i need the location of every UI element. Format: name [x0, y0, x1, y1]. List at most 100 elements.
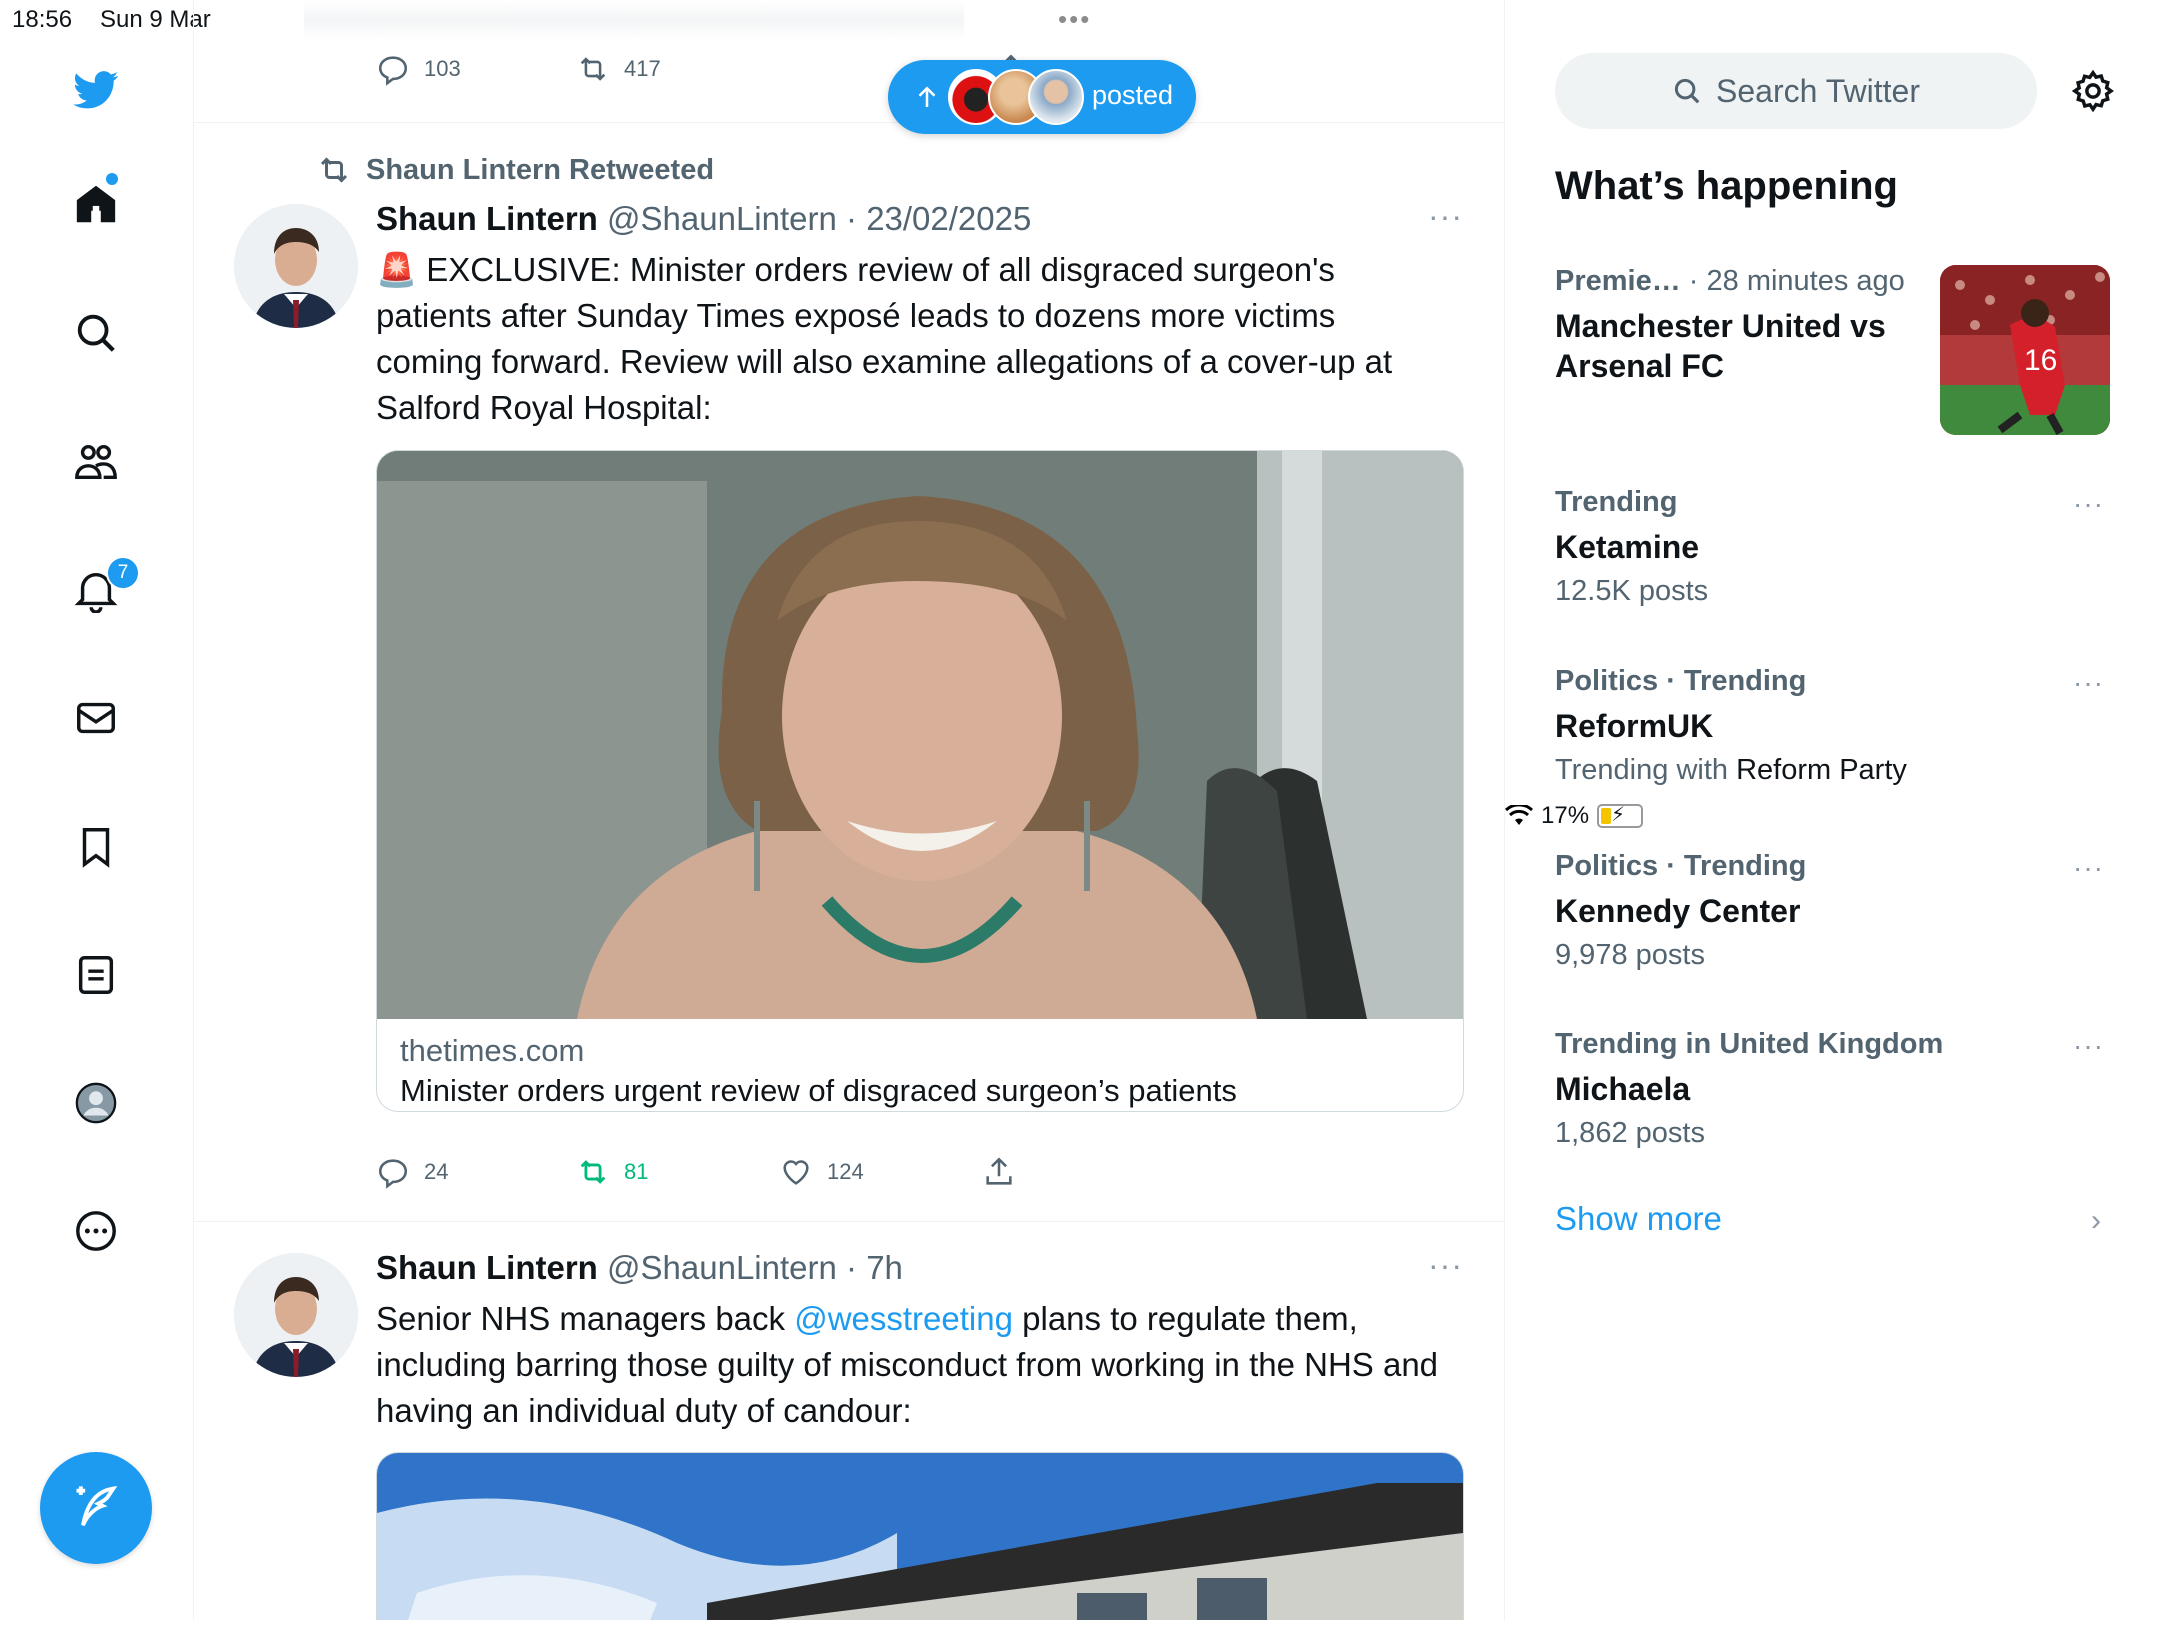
- trend-category: Politics · Trending: [1555, 850, 1807, 882]
- nav-explore[interactable]: [66, 303, 126, 363]
- tweet-header: Shaun Lintern @ShaunLintern · 7h: [376, 1249, 903, 1287]
- link-card[interactable]: thetimes.com Minister orders urgent revi…: [376, 450, 1464, 1112]
- author-handle[interactable]: @ShaunLintern: [607, 200, 837, 237]
- tweet-more-button[interactable]: ···: [1428, 1247, 1463, 1284]
- like-button[interactable]: 124: [779, 1155, 982, 1189]
- trend-item[interactable]: Politics · Trending ReformUK Trending wi…: [1555, 665, 2115, 787]
- article-image: [377, 451, 1463, 1019]
- trend-more-button[interactable]: ···: [2073, 488, 2104, 520]
- nav-more[interactable]: [66, 1201, 126, 1261]
- reply-count: 103: [424, 56, 461, 81]
- trend-thumbnail: 16: [1940, 265, 2110, 435]
- communities-icon: [75, 444, 117, 480]
- feather-plus-icon: [76, 1485, 118, 1527]
- reply-button[interactable]: 103: [376, 52, 576, 86]
- tweet-text-before: Senior NHS managers back: [376, 1300, 795, 1337]
- tweet-text: 🚨 EXCLUSIVE: Minister orders review of a…: [376, 251, 1393, 426]
- retweet-icon: [580, 1160, 606, 1184]
- reply-icon: [378, 56, 408, 86]
- tweet-header: Shaun Lintern @ShaunLintern · 23/02/2025: [376, 200, 1031, 238]
- arrow-up-icon: [918, 86, 936, 107]
- new-posts-pill[interactable]: posted: [888, 60, 1196, 134]
- tweet-actions: 24 81 124: [376, 1155, 1016, 1189]
- retweeted-by[interactable]: Shaun Lintern Retweeted: [316, 152, 714, 188]
- profile-avatar-icon: [75, 1082, 117, 1124]
- tweet-time[interactable]: 7h: [866, 1249, 903, 1286]
- lists-icon: [78, 956, 114, 994]
- more-circle-icon: [76, 1211, 116, 1251]
- card-title: Minister orders urgent review of disgrac…: [400, 1073, 1237, 1108]
- prev-tweet-image-edge: [304, 0, 964, 40]
- share-button[interactable]: [982, 1155, 1016, 1189]
- trend-topic: ReformUK: [1555, 708, 1714, 744]
- retweet-icon: [580, 57, 606, 81]
- bookmark-icon: [82, 828, 110, 868]
- twitter-logo-icon[interactable]: [66, 60, 126, 120]
- trend-related-link[interactable]: Reform Party: [1736, 754, 1907, 786]
- heart-icon: [783, 1160, 809, 1185]
- trend-more-button[interactable]: ···: [2073, 667, 2104, 699]
- trend-item[interactable]: Premie… · 28 minutes ago Manchester Unit…: [1555, 265, 1935, 386]
- trend-time: · 28 minutes ago: [1688, 265, 1905, 297]
- nav-profile[interactable]: [66, 1073, 126, 1133]
- search-icon: [77, 314, 115, 352]
- retweet-button[interactable]: 81: [576, 1155, 779, 1189]
- search-icon: [1674, 78, 1700, 104]
- timeline[interactable]: 103 417 Shaun Lintern Retweeted Shaun Li…: [194, 0, 1505, 1620]
- right-sidebar: Search Twitter What’s happening Premie… …: [1505, 0, 2160, 1620]
- tweet-more-button[interactable]: ···: [1428, 198, 1463, 235]
- mail-icon: [77, 702, 115, 734]
- nav-home[interactable]: [66, 174, 126, 234]
- trend-category: Trending: [1555, 486, 1678, 518]
- trend-posts: 9,978 posts: [1555, 939, 1705, 971]
- separator-dot: ·: [846, 200, 858, 237]
- author-name[interactable]: Shaun Lintern: [376, 200, 598, 237]
- trend-category: Trending in United Kingdom: [1555, 1028, 1944, 1060]
- author-name[interactable]: Shaun Lintern: [376, 1249, 598, 1286]
- trend-more-button[interactable]: ···: [2073, 1030, 2104, 1062]
- nav-lists[interactable]: [66, 945, 126, 1005]
- trend-item[interactable]: Trending in United Kingdom Michaela 1,86…: [1555, 1028, 2115, 1150]
- nav-communities[interactable]: [66, 432, 126, 492]
- avatar[interactable]: [234, 1253, 358, 1377]
- tweet-text: Senior NHS managers back @wesstreeting p…: [376, 1296, 1446, 1434]
- trend-item[interactable]: Politics · Trending Kennedy Center 9,978…: [1555, 850, 2115, 972]
- show-more-link[interactable]: Show more: [1555, 1200, 1722, 1238]
- posted-label: posted: [1092, 80, 1174, 110]
- svg-text:16: 16: [2024, 344, 2057, 377]
- nav-messages[interactable]: [66, 688, 126, 748]
- retweet-button[interactable]: 417: [576, 52, 776, 86]
- card-footer: thetimes.com Minister orders urgent revi…: [377, 1019, 1463, 1111]
- avatar[interactable]: [234, 204, 358, 328]
- trend-more-button[interactable]: ···: [2073, 852, 2104, 884]
- mention-link[interactable]: @wesstreeting: [794, 1300, 1013, 1337]
- divider: [194, 122, 1504, 123]
- whats-happening-heading: What’s happening: [1555, 164, 1898, 208]
- tweet-date[interactable]: 23/02/2025: [866, 200, 1031, 237]
- trend-topic: Ketamine: [1555, 529, 1700, 565]
- trend-topic: Kennedy Center: [1555, 893, 1801, 929]
- trend-posts: 1,862 posts: [1555, 1117, 1705, 1149]
- trend-topic: Manchester United vs Arsenal FC: [1555, 308, 1886, 384]
- separator-dot: ·: [846, 1249, 858, 1286]
- tweet-image[interactable]: [376, 1452, 1464, 1620]
- nav-bookmarks[interactable]: [66, 817, 126, 877]
- prev-tweet-actions: 103 417: [376, 52, 776, 86]
- reply-button[interactable]: 24: [376, 1155, 576, 1189]
- reply-icon: [378, 1159, 408, 1189]
- compose-tweet-button[interactable]: [40, 1452, 152, 1564]
- settings-button[interactable]: [2070, 68, 2116, 114]
- left-nav: 7: [0, 0, 194, 1620]
- share-icon: [986, 1157, 1012, 1185]
- search-input[interactable]: Search Twitter: [1555, 53, 2037, 129]
- trend-item[interactable]: Trending Ketamine 12.5K posts: [1555, 486, 2115, 608]
- search-placeholder: Search Twitter: [1716, 72, 1920, 109]
- gear-icon: [2071, 69, 2114, 113]
- like-count: 124: [827, 1159, 864, 1184]
- chevron-right-icon: ›: [2091, 1204, 2101, 1237]
- reply-count: 24: [424, 1159, 449, 1184]
- trend-category: Politics · Trending: [1555, 665, 1807, 697]
- trend-category: Premie… · 28 minutes ago: [1555, 265, 1905, 297]
- author-handle[interactable]: @ShaunLintern: [607, 1249, 837, 1286]
- trend-posts: 12.5K posts: [1555, 575, 1709, 607]
